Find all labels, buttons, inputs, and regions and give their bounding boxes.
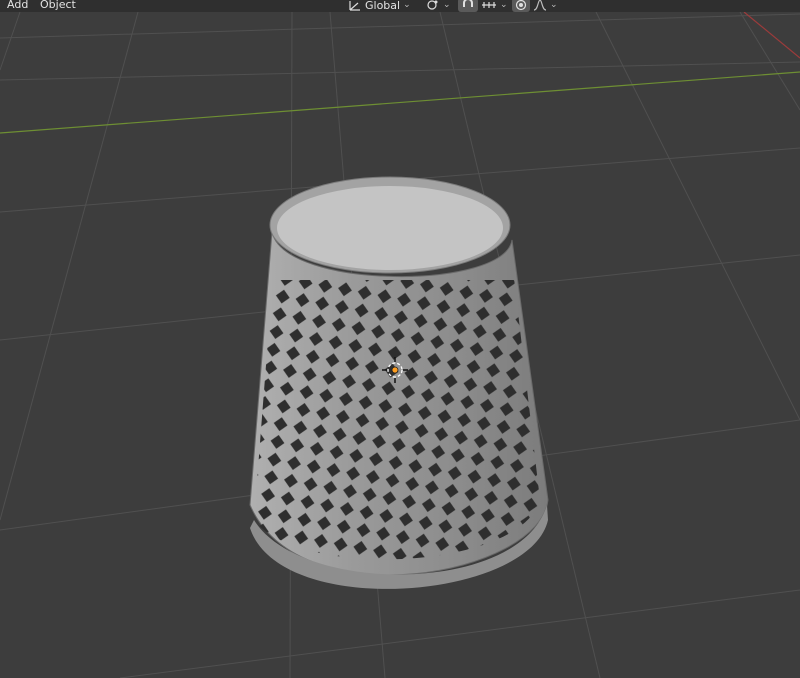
snap-toggle-button[interactable] bbox=[458, 0, 478, 12]
transform-orientation-label: Global bbox=[365, 0, 401, 12]
proportional-editing-icon bbox=[515, 0, 527, 11]
snap-increment-icon[interactable] bbox=[481, 0, 497, 11]
transform-orientation-icon bbox=[348, 0, 362, 11]
proportional-falloff-icon[interactable] bbox=[533, 0, 547, 11]
pivot-point-icon bbox=[426, 0, 440, 11]
3d-viewport[interactable] bbox=[0, 0, 800, 678]
basket-mesh[interactable] bbox=[240, 176, 560, 600]
transform-orientation-dropdown[interactable]: Global ⌄ bbox=[348, 0, 411, 13]
object-origin-icon bbox=[391, 366, 399, 374]
chevron-down-icon: ⌄ bbox=[403, 0, 411, 10]
viewport-header: Add Object Global ⌄ ⌄ ⌄ ⌄ bbox=[0, 0, 800, 12]
proportional-editing-button[interactable] bbox=[512, 0, 530, 12]
chevron-down-icon: ⌄ bbox=[500, 0, 508, 10]
snap-controls: ⌄ bbox=[458, 0, 508, 13]
chevron-down-icon: ⌄ bbox=[443, 0, 451, 10]
proportional-editing-controls: ⌄ bbox=[512, 0, 558, 13]
chevron-down-icon: ⌄ bbox=[550, 0, 558, 10]
basket-top-surface bbox=[277, 186, 503, 270]
snap-magnet-icon bbox=[461, 0, 475, 11]
object-menu[interactable]: Object bbox=[40, 0, 76, 13]
pivot-point-dropdown[interactable]: ⌄ bbox=[426, 0, 451, 13]
add-menu[interactable]: Add bbox=[7, 0, 28, 13]
